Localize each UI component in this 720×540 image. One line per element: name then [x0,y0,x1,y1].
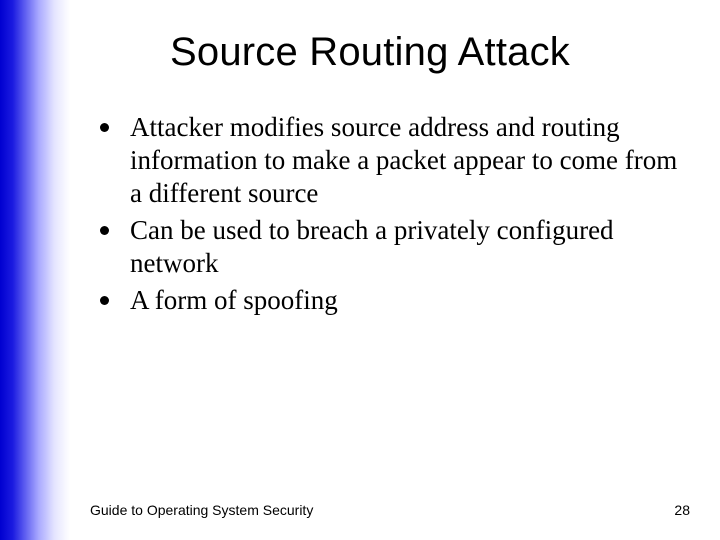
slide-body: Source Routing Attack Attacker modifies … [0,0,720,540]
page-number: 28 [674,502,690,518]
list-item: Attacker modifies source address and rou… [96,111,690,210]
slide-title: Source Routing Attack [50,30,690,75]
bullet-list: Attacker modifies source address and rou… [90,111,690,317]
list-item: A form of spoofing [96,284,690,317]
footer-text: Guide to Operating System Security [90,502,313,518]
list-item: Can be used to breach a privately config… [96,214,690,280]
